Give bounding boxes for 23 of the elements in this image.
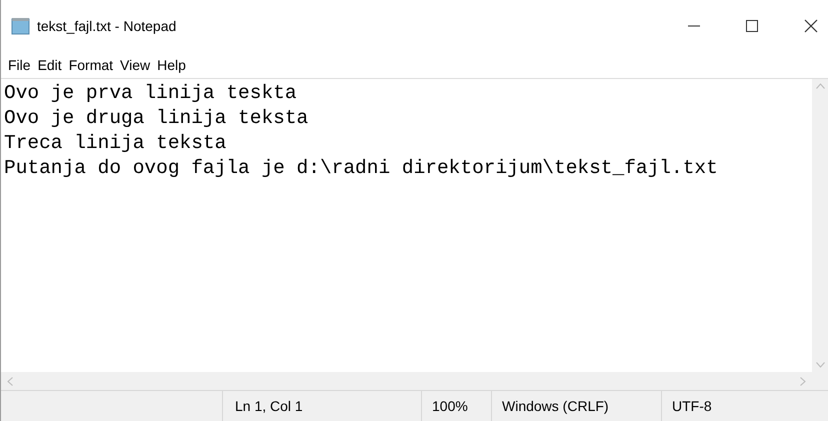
text-line: Ovo je druga linija teksta [4, 106, 308, 131]
text-line: Ovo je prva linija teskta [4, 81, 297, 106]
encoding: UTF-8 [661, 391, 828, 421]
notepad-icon [11, 17, 31, 35]
scroll-right-icon[interactable] [800, 376, 806, 386]
menu-item[interactable]: Help [155, 54, 188, 76]
close-icon[interactable] [804, 19, 818, 33]
menu-item[interactable]: View [118, 54, 152, 76]
scroll-left-icon[interactable] [7, 376, 13, 386]
text-line: Treca linija teksta [4, 131, 226, 156]
menu-item[interactable]: File [6, 54, 33, 76]
window-title: tekst_fajl.txt - Notepad [37, 16, 176, 36]
menu-item[interactable]: Format [66, 54, 116, 76]
horizontal-scrollbar[interactable] [1, 372, 812, 390]
line-ending: Windows (CRLF) [491, 391, 661, 421]
scroll-down-icon[interactable] [816, 362, 824, 368]
vertical-scrollbar[interactable] [812, 79, 828, 372]
cursor-position: Ln 1, Col 1 [222, 391, 421, 421]
menu-item[interactable]: Edit [36, 54, 64, 76]
zoom-level: 100% [421, 391, 491, 421]
text-line: Putanja do ovog fajla je d:\radni direktorijum\tekst_fajl.txt [4, 156, 718, 181]
scroll-up-icon[interactable] [816, 83, 824, 89]
maximize-icon[interactable] [746, 20, 758, 32]
